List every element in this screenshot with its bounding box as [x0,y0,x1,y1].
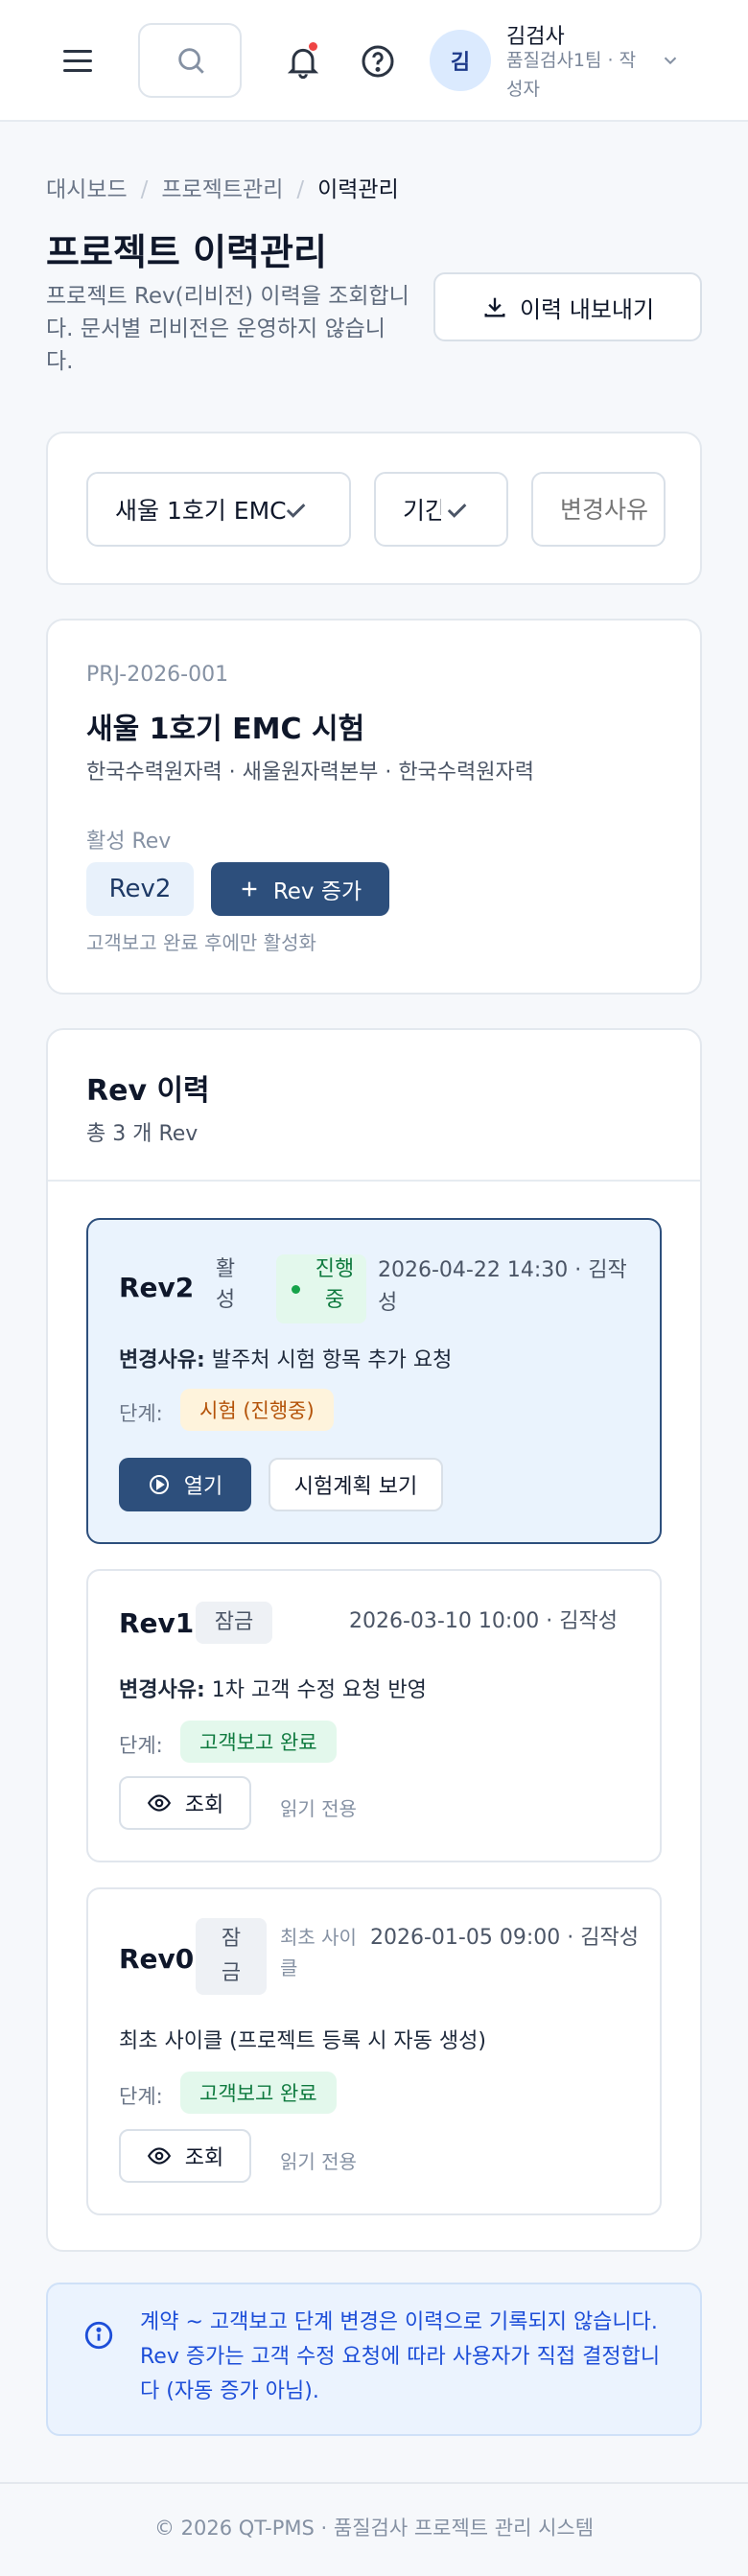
rev-item-rev1[interactable]: Rev1 잠금 2026-03-10 10:00 · 김작성 변경사유: 1차 … [86,1569,662,1862]
avatar[interactable]: 김 [430,30,491,91]
rev-name: Rev0 [119,1943,195,1975]
breadcrumb-separator: / [296,177,305,202]
export-label: 이력 내보내기 [519,295,655,323]
rev-history-card: Rev 이력 총 3 개 Rev Rev2 활성 진행중 2026-04-22 … [46,1028,702,2252]
info-text: 계약 ~ 고객보고 단계 변경은 이력으로 기록되지 않습니다. Rev 증가는… [140,2310,661,2403]
project-orgs: 한국수력원자력 · 새울원자력본부 · 한국수력원자력 [86,761,535,785]
eye-icon [147,1794,171,1812]
notification-dot [309,42,317,51]
rev-meta: 2026-03-10 10:00 · 김작성 [349,1609,618,1633]
active-rev-chip: Rev2 [86,862,194,916]
export-history-button[interactable]: 이력 내보내기 [433,272,702,341]
chevron-down-icon[interactable] [660,50,681,71]
help-button[interactable] [359,42,397,81]
info-box: 계약 ~ 고객보고 단계 변경은 이력으로 기록되지 않습니다. Rev 증가는… [46,2283,702,2436]
project-name: 새울 1호기 EMC 시험 [86,713,365,746]
readonly-label: 읽기 전용 [280,1797,357,1820]
rev-name: Rev2 [119,1272,195,1303]
chevron-down-icon [447,503,467,518]
open-button[interactable]: 열기 [119,1458,251,1511]
status-badge: 진행중 [276,1254,366,1323]
eye-icon [147,2147,171,2165]
breadcrumb-item-dashboard[interactable]: 대시보드 [46,177,128,202]
project-select-value: 새울 1호기 EMC [115,497,287,525]
help-icon [362,45,394,78]
footer-divider [0,2482,748,2484]
readonly-label: 읽기 전용 [280,2150,357,2173]
rev-increase-label: Rev 증가 [272,879,362,904]
period-select-value: 기간 [403,497,441,525]
period-select[interactable]: 기간 [374,472,508,547]
status-dot [292,1285,300,1294]
download-icon [484,297,505,317]
history-count: 총 3 개 Rev [86,1122,199,1146]
project-card: PRJ-2026-001 새울 1호기 EMC 시험 한국수력원자력 · 새울원… [46,619,702,995]
page-title: 프로젝트 이력관리 [46,231,327,273]
rev-meta: 2026-04-22 14:30 · 김작성 [378,1258,627,1315]
rev-item-rev0[interactable]: Rev0 잠금 최초 사이클 2026-01-05 09:00 · 김작성 최초… [86,1887,662,2215]
info-icon [84,2321,113,2350]
change-reason: 변경사유: 1차 고객 수정 요청 반영 [119,1678,427,1702]
rev-item-rev2[interactable]: Rev2 활성 진행중 2026-04-22 14:30 · 김작성 변경사유:… [86,1218,662,1544]
active-state-badge: 활성 [215,1257,236,1312]
rev-meta: 2026-01-05 09:00 · 김작성 [370,1926,639,1950]
stage-badge: 고객보고 완료 [180,1721,337,1763]
rev-name: Rev1 [119,1607,195,1639]
breadcrumb-separator: / [140,177,149,202]
breadcrumb: 대시보드 / 프로젝트관리 / 이력관리 [46,171,399,203]
project-code: PRJ-2026-001 [86,663,229,687]
top-bar: 김 김검사 품질검사1팀 · 작성자 [0,0,748,122]
footer: © 2026 QT-PMS · 품질검사 프로젝트 관리 시스템 [153,2517,595,2540]
project-select[interactable]: 새울 1호기 EMC [86,472,351,547]
active-rev-label: 활성 Rev [86,830,172,854]
stage-badge: 고객보고 완료 [180,2072,337,2114]
plus-icon [242,881,257,897]
changer-input[interactable] [531,472,666,547]
lock-state-badge: 잠금 [196,1918,267,1995]
history-title: Rev 이력 [86,1074,210,1108]
view-button[interactable]: 조회 [119,2129,251,2183]
user-role: 품질검사1팀 · 작성자 [506,50,637,100]
search-icon [178,48,204,74]
search-button[interactable] [138,23,242,98]
filter-card: 새울 1호기 EMC 기간 [46,432,702,585]
rev-increase-hint: 고객보고 완료 후에만 활성화 [86,931,316,954]
lock-state-badge: 잠금 [196,1602,272,1644]
divider [48,1180,700,1182]
breadcrumb-item-project[interactable]: 프로젝트관리 [161,177,283,202]
breadcrumb-item-current: 이력관리 [317,177,399,202]
rev-increase-button[interactable]: Rev 증가 [211,862,389,916]
test-plan-button[interactable]: 시험계획 보기 [269,1458,443,1511]
stage-label: 단계: [119,2085,163,2108]
change-reason: 변경사유: 발주처 시험 항목 추가 요청 [119,1348,453,1372]
stage-label: 단계: [119,1402,163,1425]
menu-icon[interactable] [58,42,96,81]
cycle-label: 최초 사이클 [280,1926,357,1979]
view-button[interactable]: 조회 [119,1776,251,1830]
notification-button[interactable] [284,42,322,81]
page-description: 프로젝트 Rev(리비전) 이력을 조회합니다. 문서별 리비전은 운영하지 않… [46,284,409,374]
stage-badge: 시험 (진행중) [180,1389,334,1431]
stage-label: 단계: [119,1734,163,1757]
chevron-down-icon [286,503,306,518]
change-reason: 최초 사이클 (프로젝트 등록 시 자동 생성) [119,2029,486,2053]
open-icon [149,1475,169,1494]
